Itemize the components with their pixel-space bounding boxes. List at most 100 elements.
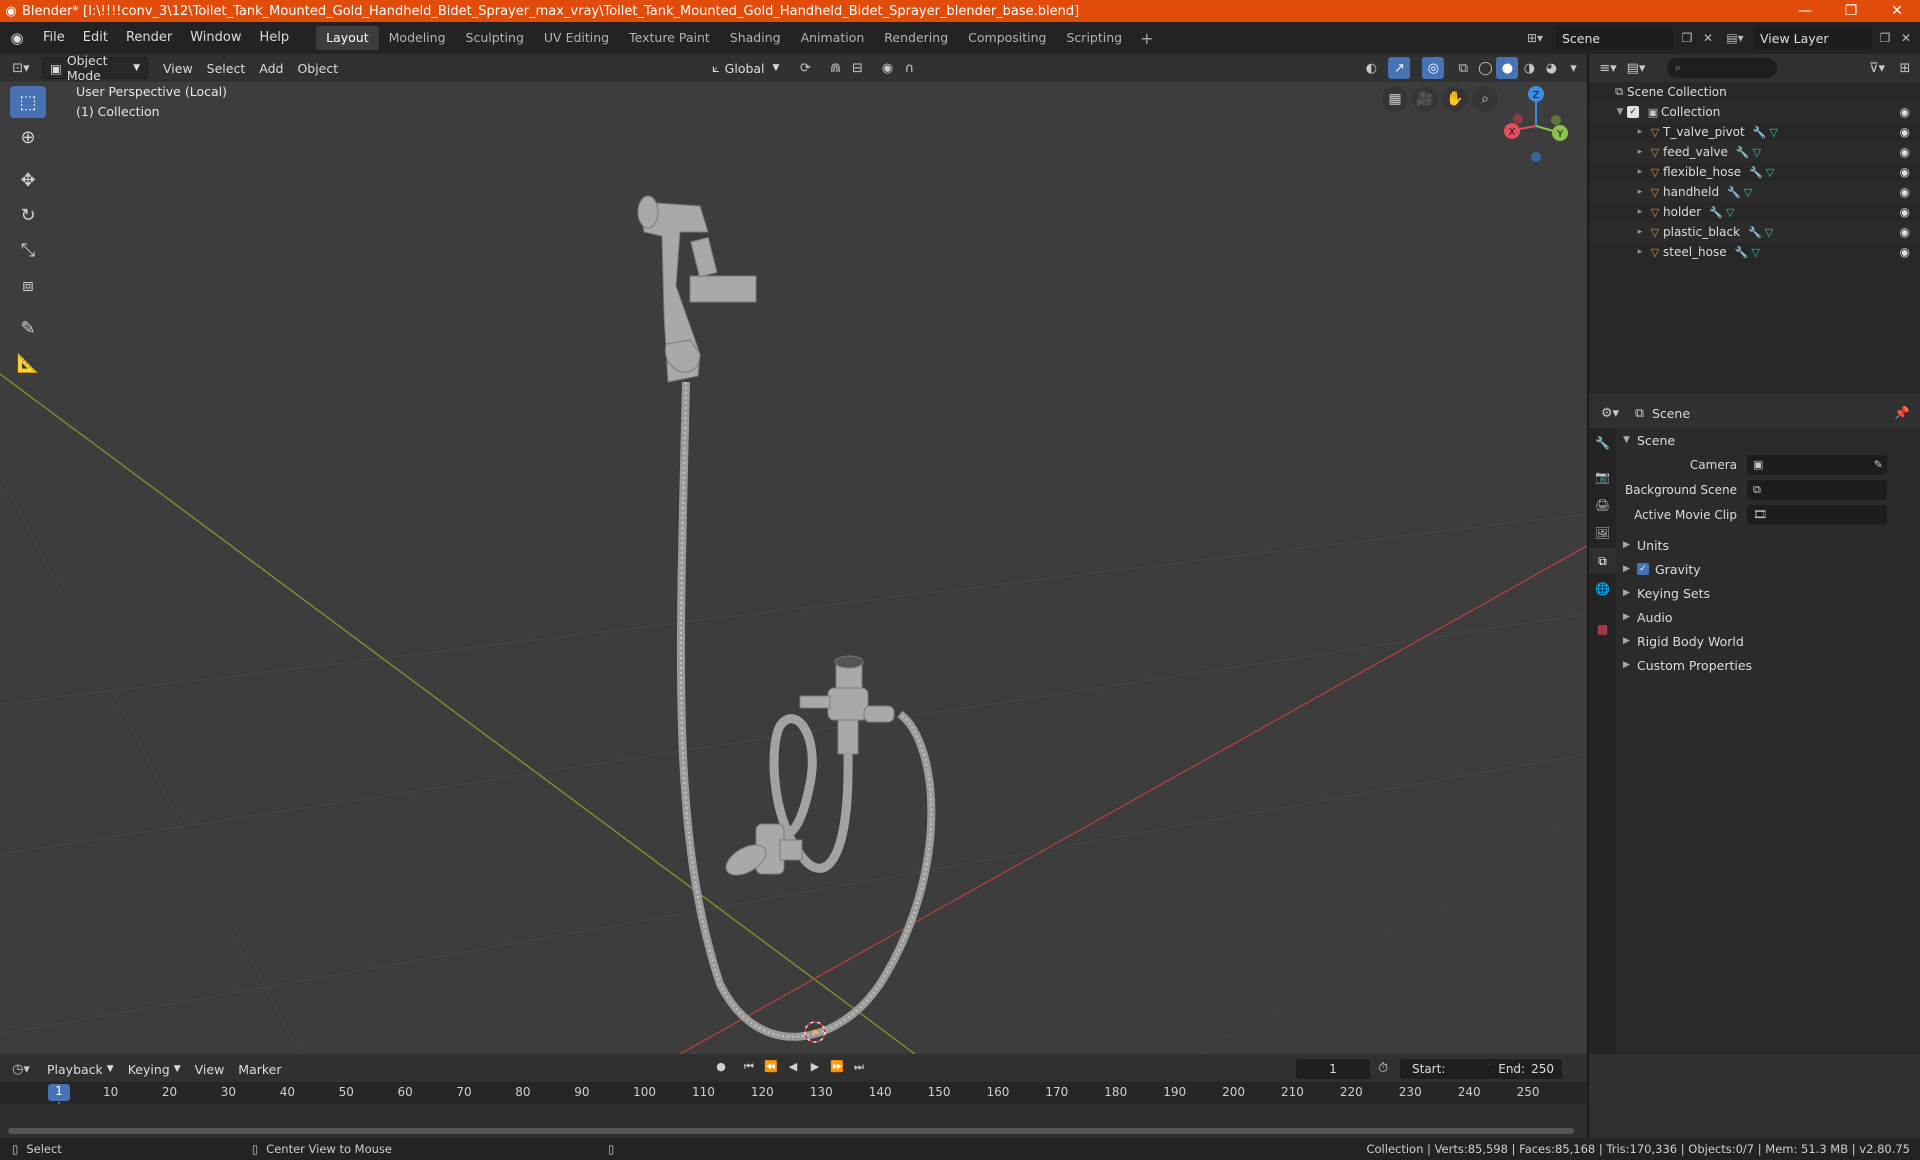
cursor-icon[interactable]: ⊕	[10, 121, 46, 153]
proportional-edit-icon[interactable]: ◉	[876, 57, 898, 79]
timeline-editor-type-icon[interactable]: ◷▾	[10, 1058, 32, 1080]
view-layer-properties-icon[interactable]: 🖼	[1589, 520, 1616, 546]
scale-icon[interactable]: ⤡	[10, 234, 46, 266]
gravity-checkbox[interactable]: ✓	[1637, 563, 1649, 575]
mesh-data-icon[interactable]: ▽	[1744, 186, 1752, 199]
eye-icon[interactable]: ◉	[1900, 245, 1910, 259]
mesh-data-icon[interactable]: ▽	[1751, 246, 1759, 259]
menu-select[interactable]: Select	[200, 57, 253, 79]
zoom-icon[interactable]: ⌕	[1472, 86, 1498, 112]
view-layer-browse-icon[interactable]: ▤▾	[1724, 26, 1746, 50]
audio-panel-header[interactable]: ▶ Audio	[1617, 605, 1920, 629]
mode-dropdown[interactable]: ▣ Object Mode ▼	[42, 54, 148, 83]
expand-triangle-icon[interactable]: ▸	[1633, 147, 1647, 157]
eye-icon[interactable]: ◉	[1900, 145, 1910, 159]
pivot-point-icon[interactable]: ⟳	[794, 57, 816, 79]
menu-playback[interactable]: Playback ▼	[40, 1058, 121, 1080]
menu-edit[interactable]: Edit	[74, 26, 117, 50]
mesh-data-icon[interactable]: ▽	[1769, 126, 1777, 139]
tab-layout[interactable]: Layout	[316, 26, 379, 50]
mesh-data-icon[interactable]: ▽	[1726, 206, 1734, 219]
measure-icon[interactable]: 📐	[10, 347, 46, 379]
annotate-icon[interactable]: ✎	[10, 312, 46, 344]
tab-scripting[interactable]: Scripting	[1057, 26, 1133, 50]
camera-view-icon[interactable]: 🎥	[1412, 86, 1438, 112]
eye-icon[interactable]: ◉	[1900, 165, 1910, 179]
new-collection-icon[interactable]: ⊞	[1894, 57, 1916, 79]
play-icon[interactable]: ▶	[806, 1060, 824, 1074]
mesh-data-icon[interactable]: ▽	[1753, 146, 1761, 159]
tab-sculpting[interactable]: Sculpting	[456, 26, 534, 50]
properties-editor-type-icon[interactable]: ⚙▾	[1599, 402, 1621, 424]
falloff-icon[interactable]: ∩	[898, 57, 920, 79]
tree-row-object[interactable]: ▸ ▽ flexible_hose 🔧 ▽ ◉	[1589, 162, 1920, 182]
close-button[interactable]: ✕	[1874, 0, 1920, 22]
tab-compositing[interactable]: Compositing	[958, 26, 1056, 50]
modifier-wrench-icon[interactable]: 🔧	[1735, 246, 1749, 259]
next-keyframe-icon[interactable]: ⏩	[828, 1060, 846, 1074]
texture-properties-icon[interactable]: ▩	[1589, 616, 1616, 642]
expand-triangle-icon[interactable]: ▸	[1633, 187, 1647, 197]
render-properties-icon[interactable]: 📷	[1589, 464, 1616, 490]
select-box-icon[interactable]: ⬚	[10, 86, 46, 118]
eye-icon[interactable]: ◉	[1900, 205, 1910, 219]
overlay-toggle-icon[interactable]: ◎	[1422, 57, 1445, 79]
outliner-editor-type-icon[interactable]: ≡▾	[1597, 57, 1619, 79]
tab-modeling[interactable]: Modeling	[379, 26, 456, 50]
xray-icon[interactable]: ⧉	[1452, 57, 1474, 79]
timeline-track[interactable]	[0, 1104, 1587, 1138]
output-properties-icon[interactable]: 🖨	[1589, 492, 1616, 518]
expand-triangle-icon[interactable]: ▸	[1633, 207, 1647, 217]
end-frame-field[interactable]: End: 250	[1490, 1059, 1562, 1079]
transform-icon[interactable]: ⧈	[10, 269, 46, 301]
units-panel-header[interactable]: ▶ Units	[1617, 533, 1920, 557]
pan-hand-icon[interactable]: ✋	[1442, 86, 1468, 112]
start-frame-field[interactable]: Start: 1	[1400, 1059, 1504, 1079]
grid-view-icon[interactable]: ▦	[1382, 86, 1408, 112]
modifier-wrench-icon[interactable]: 🔧	[1727, 186, 1741, 199]
outliner-search-input[interactable]: ⌕	[1667, 58, 1777, 78]
solid-shading-icon[interactable]: ●	[1496, 57, 1519, 79]
sprayer-model[interactable]	[637, 195, 757, 383]
editor-type-icon[interactable]: ⊡▾	[10, 57, 32, 79]
expand-triangle-icon[interactable]: ▼	[1613, 107, 1627, 117]
menu-add[interactable]: Add	[252, 57, 290, 79]
record-icon[interactable]: ●	[712, 1060, 730, 1074]
stopwatch-icon[interactable]: ⏱	[1378, 1061, 1388, 1076]
gravity-panel-header[interactable]: ▶ ✓ Gravity	[1617, 557, 1920, 581]
mesh-data-icon[interactable]: ▽	[1766, 166, 1774, 179]
scene-properties-icon[interactable]: ⧉	[1589, 548, 1616, 574]
scene-name-field[interactable]: Scene	[1556, 26, 1674, 50]
shading-options-icon[interactable]: ▾	[1562, 57, 1584, 79]
tab-uv-editing[interactable]: UV Editing	[534, 26, 619, 50]
modifier-wrench-icon[interactable]: 🔧	[1709, 206, 1723, 219]
tool-settings-icon[interactable]: 🔧	[1589, 430, 1616, 456]
expand-triangle-icon[interactable]: ▸	[1633, 127, 1647, 137]
tree-row-collection[interactable]: ▼ ✓ ▣ Collection ◉	[1589, 102, 1920, 122]
snap-target-icon[interactable]: ⊟	[846, 57, 868, 79]
move-icon[interactable]: ✥	[10, 164, 46, 196]
tree-row-scene-collection[interactable]: ⧉ Scene Collection	[1589, 82, 1920, 102]
jump-end-icon[interactable]: ⏭	[850, 1060, 868, 1074]
menu-keying[interactable]: Keying ▼	[121, 1058, 188, 1080]
filter-icon[interactable]: ⊽▾	[1866, 57, 1888, 79]
restore-button[interactable]: ❐	[1828, 0, 1874, 22]
current-frame-field[interactable]: 1	[1296, 1059, 1370, 1079]
eye-icon[interactable]: ◉	[1900, 105, 1910, 119]
expand-triangle-icon[interactable]: ▸	[1633, 167, 1647, 177]
expand-triangle-icon[interactable]: ▸	[1633, 247, 1647, 257]
collection-checkbox[interactable]: ✓	[1627, 106, 1639, 118]
custom-properties-panel-header[interactable]: ▶ Custom Properties	[1617, 653, 1920, 677]
tab-animation[interactable]: Animation	[791, 26, 875, 50]
rigid-body-world-panel-header[interactable]: ▶ Rigid Body World	[1617, 629, 1920, 653]
active-movie-clip-field[interactable]: 🎞	[1747, 504, 1887, 525]
visibility-icon[interactable]: ◐	[1360, 57, 1382, 79]
frame-ruler[interactable]: 1 10 20 30 40 50 60 70 80 90 100 110 120 130 140 150 160…	[0, 1082, 1587, 1136]
menu-file[interactable]: File	[34, 26, 74, 50]
tab-texture-paint[interactable]: Texture Paint	[619, 26, 720, 50]
blender-menu-icon[interactable]: ◉	[0, 29, 34, 47]
tree-row-object[interactable]: ▸ ▽ handheld 🔧 ▽ ◉	[1589, 182, 1920, 202]
rendered-shading-icon[interactable]: ◕	[1540, 57, 1562, 79]
view-layer-field[interactable]: View Layer	[1754, 26, 1872, 50]
menu-window[interactable]: Window	[181, 26, 250, 50]
